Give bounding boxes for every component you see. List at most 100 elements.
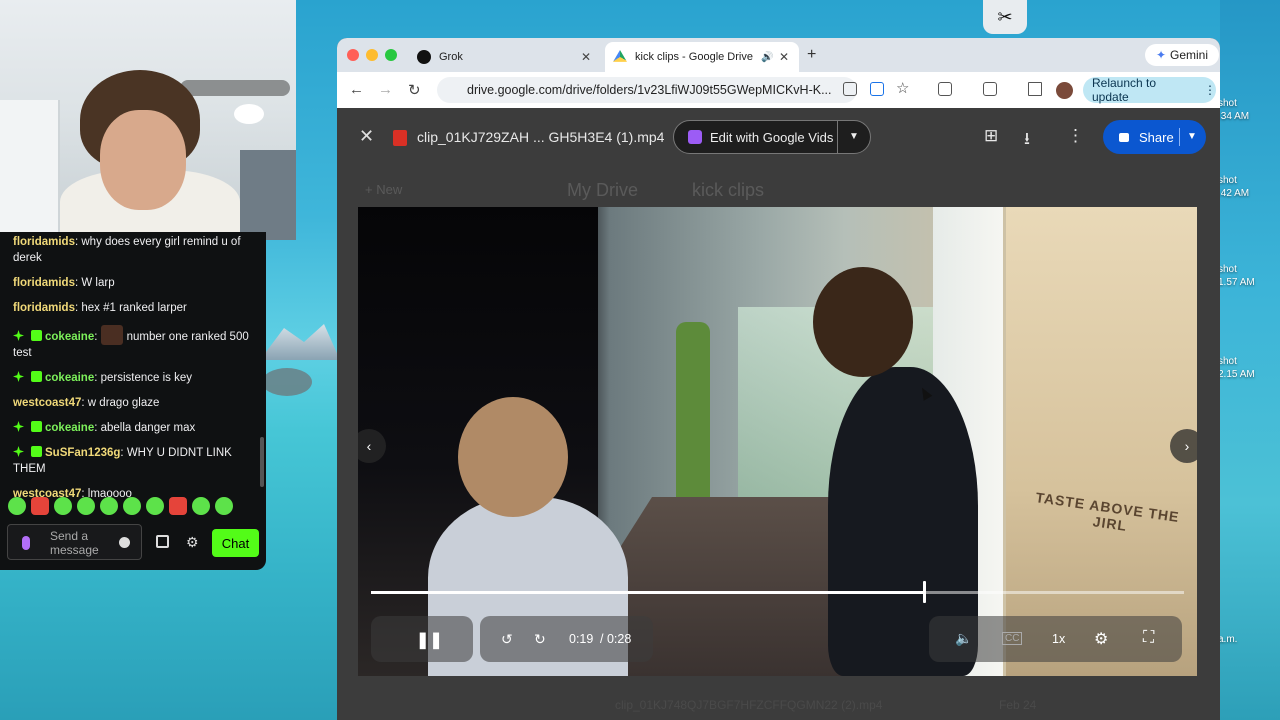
chat-username[interactable]: cokeaine	[45, 331, 94, 343]
emote-icon[interactable]	[123, 497, 141, 515]
video-progress-fill	[371, 591, 924, 594]
desktop-file-label[interactable]: .34 AM	[1218, 111, 1249, 123]
add-comment-icon[interactable]: ⊞	[984, 126, 998, 146]
emoji-picker-icon[interactable]	[119, 537, 130, 548]
volume-icon[interactable]: 🔈	[955, 630, 972, 647]
playback-speed[interactable]: 1x	[1052, 632, 1065, 646]
chat-username[interactable]: floridamids	[13, 236, 75, 248]
cast-icon[interactable]	[983, 82, 997, 96]
chat-message-text: hex #1 ranked larper	[81, 302, 187, 314]
desktop-file-label[interactable]: shot	[1218, 356, 1237, 368]
address-bar[interactable]: drive.google.com/drive/folders/1v23LfiWJ…	[437, 77, 857, 103]
breadcrumb-root: My Drive	[567, 180, 638, 200]
next-file-arrow-icon[interactable]: ›	[1170, 429, 1197, 463]
capcut-app-icon[interactable]: ✂	[983, 0, 1027, 34]
bookmark-star-icon[interactable]: ☆	[896, 79, 909, 97]
download-icon[interactable]: ⭳	[1024, 126, 1030, 155]
video-progress-bar[interactable]	[371, 581, 1184, 603]
emote-icon[interactable]	[100, 497, 118, 515]
verified-star-icon	[13, 421, 24, 432]
chat-username[interactable]: floridamids	[13, 302, 75, 314]
relaunch-to-update-button[interactable]: Relaunch to update ⋮	[1083, 76, 1216, 104]
drive-file-preview: + New My Drive kick clips ✕ clip_01KJ729…	[337, 108, 1220, 720]
store-icon[interactable]	[156, 535, 169, 548]
chat-username[interactable]: cokeaine	[45, 372, 94, 384]
new-tab-button[interactable]: +	[807, 46, 816, 64]
chat-settings-gear-icon[interactable]: ⚙	[186, 534, 199, 551]
current-time: 0:19	[569, 632, 594, 646]
chat-username[interactable]: floridamids	[13, 277, 75, 289]
window-zoom-button[interactable]	[385, 49, 397, 61]
video-file-icon	[393, 130, 407, 146]
verified-star-icon	[13, 446, 24, 457]
media-controls-icon[interactable]	[1028, 82, 1042, 96]
emote-icon[interactable]	[54, 497, 72, 515]
desktop-file-label[interactable]: a.m.	[1218, 634, 1237, 646]
emote-icon[interactable]	[31, 497, 49, 515]
chat-message-list[interactable]: floridamids: why does every girl remind …	[0, 232, 266, 500]
rewind-10-icon[interactable]: ↺	[501, 631, 513, 648]
chat-message: floridamids: why does every girl remind …	[13, 236, 241, 264]
emote-icon[interactable]	[77, 497, 95, 515]
more-menu-icon[interactable]: ⋮	[1204, 83, 1216, 97]
chevron-down-icon[interactable]: ▼	[849, 131, 859, 142]
back-arrow-icon[interactable]: ←	[349, 81, 364, 98]
chat-emote-icon	[100, 325, 123, 345]
gemini-button[interactable]: ✦ Gemini	[1145, 44, 1219, 66]
cam-person-face	[100, 110, 186, 210]
emote-icon[interactable]	[146, 497, 164, 515]
chat-send-button[interactable]: Chat	[212, 529, 259, 557]
pause-icon[interactable]: ❚❚	[416, 630, 443, 650]
chat-username[interactable]: SuSFan1236g	[45, 447, 120, 459]
tab-grok[interactable]: Grok ✕	[409, 42, 601, 72]
captions-icon[interactable]: CC	[1002, 632, 1023, 645]
video-player[interactable]: TASTE ABOVE THE JIRL ‹ › ❚❚ ↺ ↻ 0:19 / 0:…	[358, 207, 1197, 676]
desktop-file-label[interactable]: shot	[1218, 98, 1237, 110]
edit-divider	[837, 121, 838, 153]
chevron-down-icon[interactable]: ▼	[1187, 131, 1197, 142]
chat-message: cokeaine: persistence is key	[13, 370, 256, 386]
chat-input[interactable]: Send a message	[7, 524, 142, 560]
desktop-file-label[interactable]: 2.15 AM	[1218, 369, 1255, 381]
video-cafe-interior	[1006, 207, 1197, 676]
close-preview-icon[interactable]: ✕	[359, 126, 374, 147]
fullscreen-icon[interactable]: ⛶	[1143, 629, 1154, 647]
subscriber-badge-icon	[31, 446, 42, 457]
breadcrumb-folder: kick clips	[692, 180, 765, 200]
desktop-file-label[interactable]: shot	[1218, 175, 1237, 187]
desktop-file-label[interactable]: .42 AM	[1218, 188, 1249, 200]
desktop-file-label[interactable]: shot	[1218, 264, 1237, 276]
forward-10-icon[interactable]: ↻	[534, 631, 546, 648]
profile-avatar[interactable]	[1056, 82, 1073, 99]
tab-google-drive[interactable]: kick clips - Google Drive 🔊 ✕	[605, 42, 799, 72]
desktop-file-label[interactable]: 1.57 AM	[1218, 277, 1255, 289]
emote-icon[interactable]	[192, 497, 210, 515]
extensions-icon[interactable]	[938, 82, 952, 96]
edit-with-google-vids-button[interactable]: Edit with Google Vids ▼	[673, 120, 871, 154]
emote-icon[interactable]	[215, 497, 233, 515]
lens-icon[interactable]	[870, 82, 884, 96]
tab-close-icon[interactable]: ✕	[581, 50, 591, 64]
video-woman-head	[458, 397, 568, 517]
more-actions-icon[interactable]: ⋮	[1067, 126, 1084, 146]
video-progress-handle[interactable]	[922, 581, 926, 603]
chat-input-placeholder: Send a message	[50, 529, 99, 557]
cam-ceiling-fan	[180, 80, 290, 96]
window-close-button[interactable]	[347, 49, 359, 61]
chat-scrollbar[interactable]	[260, 437, 264, 487]
emote-icon[interactable]	[169, 497, 187, 515]
speaker-icon[interactable]: 🔊	[761, 52, 773, 63]
reload-icon[interactable]: ↻	[408, 81, 421, 99]
forward-arrow-icon[interactable]: →	[378, 81, 393, 98]
window-minimize-button[interactable]	[366, 49, 378, 61]
install-app-icon[interactable]	[843, 82, 857, 96]
chat-username[interactable]: cokeaine	[45, 422, 94, 434]
chat-username[interactable]: westcoast47	[13, 397, 81, 409]
share-button[interactable]: Share ▼	[1103, 120, 1206, 154]
mic-icon[interactable]	[22, 536, 30, 550]
tab-close-icon[interactable]: ✕	[779, 50, 789, 64]
emote-icon[interactable]	[8, 497, 26, 515]
gemini-label: Gemini	[1170, 48, 1209, 62]
settings-gear-icon[interactable]: ⚙	[1094, 629, 1108, 649]
emote-bar	[8, 497, 233, 515]
